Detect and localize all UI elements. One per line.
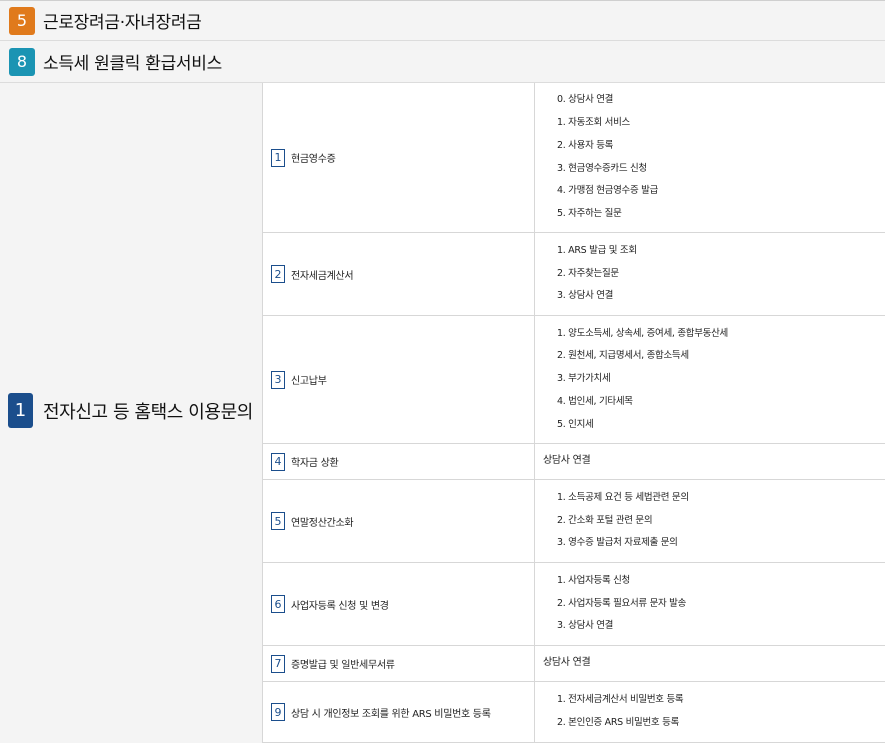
submenu-row: 7 증명발급 및 일반세무서류 상담사 연결	[263, 646, 885, 682]
option-item: 2. 간소화 포털 관련 문의	[557, 514, 653, 526]
submenu-number-badge: 2	[271, 265, 285, 283]
menu-number-badge: 5	[9, 6, 35, 35]
option-item: 1. ARS 발급 및 조회	[557, 244, 637, 256]
submenu-options: 1. 양도소득세, 상속세, 증여세, 종합부동산세 2. 원천세, 지급명세서…	[535, 316, 885, 443]
submenu-number-badge: 3	[271, 370, 285, 389]
option-item: 상담사 연결	[543, 657, 591, 669]
option-item: 1. 자동조회 서비스	[557, 117, 630, 129]
option-item: 2. 원천세, 지급명세서, 종합소득세	[557, 350, 689, 362]
submenu-row: 6 사업자등록 신청 및 변경 1. 사업자등록 신청 2. 사업자등록 필요서류…	[263, 563, 885, 646]
option-item: 상담사 연결	[543, 455, 591, 467]
option-item: 2. 본인인증 ARS 비밀번호 등록	[557, 717, 679, 728]
option-item: 3. 상담사 연결	[557, 290, 614, 302]
main-menu-title: 전자신고 등 홈택스 이용문의	[43, 401, 253, 423]
option-item: 3. 영수증 발급처 자료제출 문의	[557, 537, 678, 549]
option-item: 1. 소득공제 요건 등 세법관련 문의	[557, 491, 689, 503]
option-item: 3. 부가가치세	[557, 373, 611, 385]
submenu-row: 4 학자금 상환 상담사 연결	[263, 444, 885, 480]
option-item: 2. 자주찾는질문	[557, 267, 619, 279]
submenu-row: 5 연말정산간소화 1. 소득공제 요건 등 세법관련 문의 2. 간소화 포털 …	[263, 480, 885, 563]
submenu-label: 전자세금계산서	[291, 270, 354, 282]
submenu-label: 신고납부	[291, 376, 327, 387]
submenu-number-badge: 4	[271, 452, 285, 471]
menu-header-8[interactable]: 8 소득세 원클릭 환급서비스	[0, 41, 885, 83]
submenu-label: 연말정산간소화	[291, 517, 354, 529]
main-menu-cell: 1 전자신고 등 홈택스 이용문의	[0, 83, 263, 743]
submenu-number-badge: 6	[271, 595, 285, 613]
submenu-number-badge: 7	[271, 654, 285, 673]
submenu-options: 1. ARS 발급 및 조회 2. 자주찾는질문 3. 상담사 연결	[535, 233, 885, 315]
submenu-options: 1. 전자세금계산서 비밀번호 등록 2. 본인인증 ARS 비밀번호 등록	[535, 682, 885, 742]
option-item: 3. 현금영수증카드 신청	[557, 162, 647, 174]
option-item: 5. 자주하는 질문	[557, 207, 622, 219]
submenu-label: 학자금 상환	[291, 458, 339, 469]
submenu-row: 2 전자세금계산서 1. ARS 발급 및 조회 2. 자주찾는질문 3. 상담사…	[263, 233, 885, 316]
submenu-options: 상담사 연결	[535, 646, 885, 681]
submenu-options: 1. 소득공제 요건 등 세법관련 문의 2. 간소화 포털 관련 문의 3. …	[535, 480, 885, 562]
option-item: 2. 사업자등록 필요서류 문자 발송	[557, 597, 687, 609]
option-item: 1. 전자세금계산서 비밀번호 등록	[557, 694, 684, 706]
option-item: 0. 상담사 연결	[557, 94, 614, 106]
menu-title: 소득세 원클릭 환급서비스	[43, 54, 222, 74]
option-item: 2. 사용자 등록	[557, 139, 614, 151]
menu-title: 근로장려금·자녀장려금	[43, 13, 202, 33]
option-item: 1. 사업자등록 신청	[557, 574, 630, 586]
option-item: 4. 법인세, 기타세목	[557, 395, 633, 407]
option-item: 4. 가맹점 현금영수증 발급	[557, 185, 659, 197]
submenu-row: 3 신고납부 1. 양도소득세, 상속세, 증여세, 종합부동산세 2. 원천세,…	[263, 316, 885, 444]
submenu-row: 1 현금영수증 0. 상담사 연결 1. 자동조회 서비스 2. 사용자 등록 3…	[263, 83, 885, 233]
menu-number-badge: 8	[9, 47, 35, 76]
submenu-label: 현금영수증	[291, 154, 336, 165]
menu-header-5[interactable]: 5 근로장려금·자녀장려금	[0, 0, 885, 41]
submenu-label: 사업자등록 신청 및 변경	[291, 600, 389, 612]
submenu-options: 1. 사업자등록 신청 2. 사업자등록 필요서류 문자 발송 3. 상담사 연…	[535, 563, 885, 645]
option-item: 5. 인지세	[557, 418, 594, 430]
option-item: 1. 양도소득세, 상속세, 증여세, 종합부동산세	[557, 327, 728, 339]
submenu-options: 0. 상담사 연결 1. 자동조회 서비스 2. 사용자 등록 3. 현금영수증…	[535, 83, 885, 232]
submenu-row: 9 상담 시 개인정보 조회를 위한 ARS 비밀번호 등록 1. 전자세금계산서…	[263, 682, 885, 743]
main-menu-number-badge: 1	[8, 393, 33, 428]
submenu-label: 상담 시 개인정보 조회를 위한 ARS 비밀번호 등록	[291, 708, 491, 720]
submenu-number-badge: 9	[271, 703, 285, 721]
submenu-number-badge: 1	[271, 148, 285, 167]
option-item: 3. 상담사 연결	[557, 620, 614, 632]
submenu-options: 상담사 연결	[535, 444, 885, 479]
submenu-number-badge: 5	[271, 512, 285, 530]
submenu-label: 증명발급 및 일반세무서류	[291, 660, 395, 671]
